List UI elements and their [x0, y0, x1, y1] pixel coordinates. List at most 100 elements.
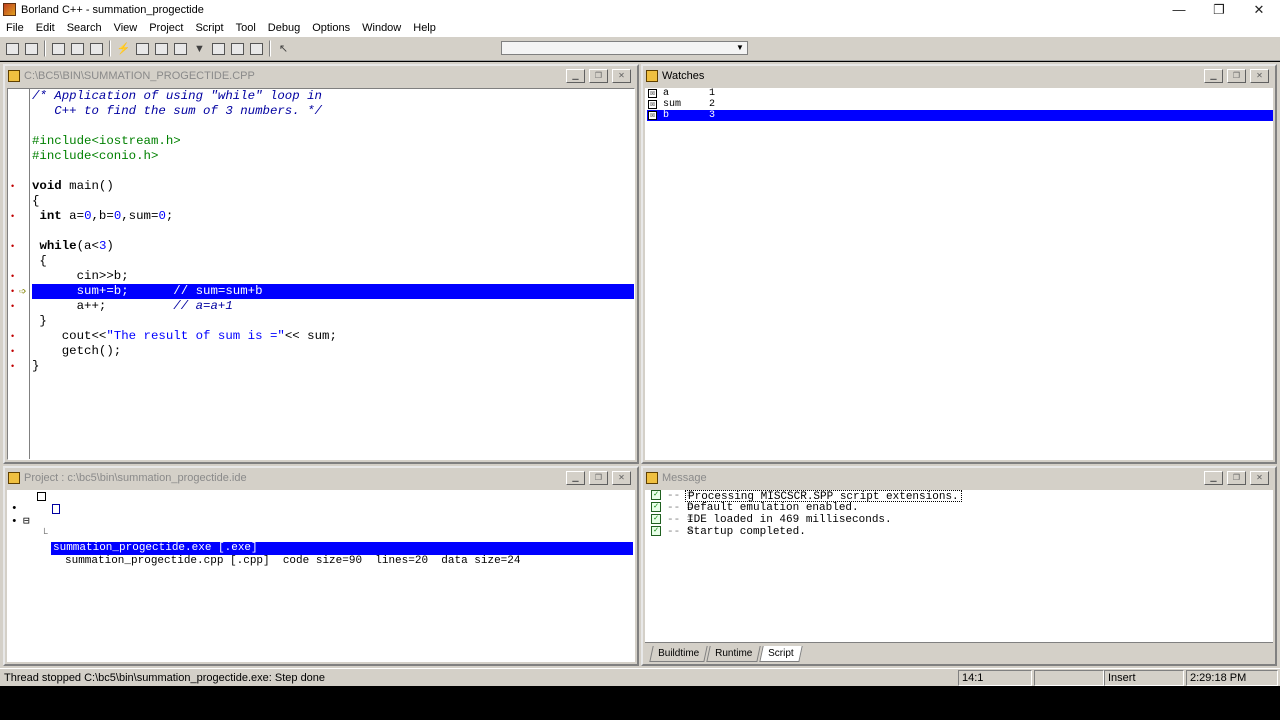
watches-caption[interactable]: Watches ▁ ❐ ✕ [643, 66, 1275, 86]
code-line[interactable]: } [32, 359, 634, 374]
help-pointer-icon[interactable]: ↖ [275, 40, 292, 57]
code-line[interactable]: } [32, 314, 634, 329]
tree-connector: -- = [667, 502, 694, 514]
watch-row-b-selected[interactable]: ☒ b 3 [647, 110, 1273, 121]
watch-checkbox[interactable]: ☒ [648, 100, 657, 109]
watch-list[interactable]: ☒ a 1 ☒ sum 2 ☒ b 3 [645, 88, 1273, 460]
menu-edit[interactable]: Edit [30, 22, 61, 34]
watch-checkbox[interactable]: ☒ [648, 111, 657, 120]
menu-script[interactable]: Script [189, 22, 229, 34]
minimize-button[interactable]: — [1160, 0, 1198, 19]
message-row[interactable]: ✓ -- = IDE loaded in 469 milliseconds. [651, 514, 1273, 526]
watch-name: sum [663, 99, 682, 110]
editor-minimize-button[interactable]: ▁ [566, 69, 585, 83]
trace-into-icon[interactable] [153, 40, 170, 57]
chevron-down-icon[interactable]: ▼ [734, 42, 746, 54]
message-list[interactable]: ✓ -- = Processing MISCSCR.SPP script exte… [645, 490, 1273, 662]
editor-caption[interactable]: C:\BC5\BIN\SUMMATION_PROGECTIDE.CPP ▁ ❐ … [5, 66, 637, 86]
current-execution-line[interactable]: sum+=b; // sum=sum+b [32, 284, 634, 299]
breakpoint-dot[interactable]: • [11, 359, 17, 374]
project-node-icon[interactable] [50, 40, 67, 57]
new-project-icon[interactable] [4, 40, 21, 57]
tab-buildtime-label: Buildtime [658, 648, 700, 659]
code-line[interactable]: #include<conio.h> [32, 149, 634, 164]
breakpoint-dot[interactable]: • [11, 269, 17, 284]
pause-icon[interactable]: ▼ [191, 40, 208, 57]
project-node-cpp[interactable]: • └ summation_progectide.cpp [.cpp] code… [7, 503, 635, 567]
menu-window[interactable]: Window [356, 22, 407, 34]
watches-restore-button[interactable]: ❐ [1227, 69, 1246, 83]
breakpoint-icon[interactable] [229, 40, 246, 57]
message-caption[interactable]: Message ▁ ❐ ✕ [643, 468, 1275, 488]
open-project-icon[interactable] [23, 40, 40, 57]
code-line[interactable]: while(a<3) [32, 239, 634, 254]
menu-view[interactable]: View [108, 22, 144, 34]
code-editor[interactable]: /* Application of using "while" loop in … [7, 88, 635, 460]
message-close-button[interactable]: ✕ [1250, 471, 1269, 485]
menu-tool[interactable]: Tool [230, 22, 262, 34]
tab-runtime[interactable]: Runtime [706, 646, 762, 662]
project-node-exe[interactable]: • ⊟ summation_progectide.exe [.exe] [7, 490, 635, 555]
inspect-icon[interactable] [210, 40, 227, 57]
breakpoint-dot[interactable]: • [11, 284, 17, 299]
project-tree[interactable]: • ⊟ summation_progectide.exe [.exe] • └ … [7, 490, 635, 662]
menu-bar: File Edit Search View Project Script Too… [0, 19, 1280, 37]
menu-file[interactable]: File [0, 22, 30, 34]
watch-row-sum[interactable]: ☒ sum 2 [647, 99, 1273, 110]
code-line[interactable]: getch(); [32, 344, 634, 359]
breakpoint-dot[interactable]: • [11, 299, 17, 314]
editor-restore-button[interactable]: ❐ [589, 69, 608, 83]
project-close-button[interactable]: ✕ [612, 471, 631, 485]
code-line[interactable]: int a=0,b=0,sum=0; [32, 209, 634, 224]
breakpoint-dot[interactable]: • [11, 239, 17, 254]
tree-connector: └ [41, 529, 48, 541]
close-button[interactable]: ✕ [1240, 0, 1278, 19]
breakpoint-dot[interactable]: • [11, 344, 17, 359]
menu-help[interactable]: Help [407, 22, 442, 34]
code-line[interactable]: C++ to find the sum of 3 numbers. */ [32, 104, 634, 119]
code-line[interactable]: /* Application of using "while" loop in [32, 89, 634, 104]
code-line[interactable]: #include<iostream.h> [32, 134, 634, 149]
run-icon[interactable]: ⚡ [115, 40, 132, 57]
editor-close-button[interactable]: ✕ [612, 69, 631, 83]
watches-minimize-button[interactable]: ▁ [1204, 69, 1223, 83]
message-row[interactable]: ✓ -- = Startup completed. [651, 526, 1273, 538]
tab-script-label: Script [768, 648, 795, 659]
tab-buildtime[interactable]: Buildtime [649, 646, 708, 662]
menu-options[interactable]: Options [306, 22, 356, 34]
watch-value: 3 [709, 110, 716, 121]
restore-button[interactable]: ❐ [1200, 0, 1238, 19]
run-to-cursor-icon[interactable] [172, 40, 189, 57]
project-caption[interactable]: Project : c:\bc5\bin\summation_progectid… [5, 468, 637, 488]
watch-row-a[interactable]: ☒ a 1 [647, 88, 1273, 99]
message-minimize-button[interactable]: ▁ [1204, 471, 1223, 485]
code-line[interactable]: cout<<"The result of sum is ="<< sum; [32, 329, 634, 344]
project-minimize-button[interactable]: ▁ [566, 471, 585, 485]
code-line[interactable]: void main() [32, 179, 634, 194]
tab-script[interactable]: Script [759, 646, 803, 662]
step-over-icon[interactable] [134, 40, 151, 57]
watches-close-button[interactable]: ✕ [1250, 69, 1269, 83]
menu-search[interactable]: Search [61, 22, 108, 34]
code-line[interactable]: a++; // a=a+1 [32, 299, 634, 314]
menu-debug[interactable]: Debug [262, 22, 306, 34]
delete-node-icon[interactable] [88, 40, 105, 57]
message-row[interactable]: ✓ -- = Processing MISCSCR.SPP script exte… [651, 490, 1273, 503]
watch-icon[interactable] [248, 40, 265, 57]
message-text: Startup completed. [687, 526, 806, 538]
breakpoint-dot[interactable]: • [11, 329, 17, 344]
menu-project[interactable]: Project [143, 22, 189, 34]
add-node-icon[interactable] [69, 40, 86, 57]
insert-mode: Insert [1104, 670, 1184, 686]
code-line[interactable]: cin>>b; [32, 269, 634, 284]
watch-checkbox[interactable]: ☒ [648, 89, 657, 98]
message-row[interactable]: ✓ -- = Default emulation enabled. [651, 502, 1273, 514]
project-restore-button[interactable]: ❐ [589, 471, 608, 485]
breakpoint-dot[interactable]: • [11, 209, 17, 224]
breakpoint-dot[interactable]: • [11, 179, 17, 194]
message-restore-button[interactable]: ❐ [1227, 471, 1246, 485]
window-title: Borland C++ - summation_progectide [21, 3, 204, 16]
toolbar-combo[interactable]: ▼ [501, 41, 748, 55]
code-line[interactable]: { [32, 194, 634, 209]
code-line[interactable]: { [32, 254, 634, 269]
